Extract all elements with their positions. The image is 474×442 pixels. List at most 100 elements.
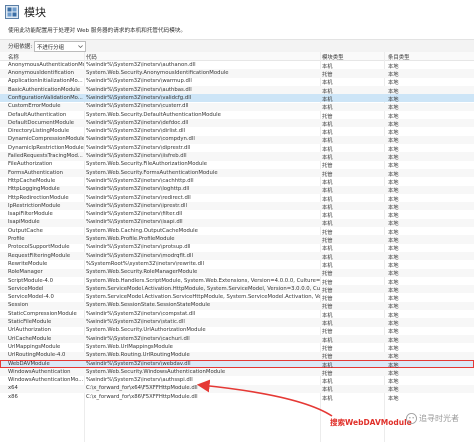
table-row[interactable]: DefaultAuthentication System.Web.Security… bbox=[0, 111, 474, 120]
cell-name: ApplicationInitializationMo... bbox=[8, 78, 83, 85]
table-row[interactable]: IpRestrictionModule %windir%\System32\ine… bbox=[0, 202, 474, 211]
cell-name: IsapiModule bbox=[8, 219, 40, 226]
cell-code: System.Web.Security.FileAuthorizationMod… bbox=[86, 161, 207, 168]
modules-icon bbox=[5, 5, 19, 19]
chevron-down-icon bbox=[78, 45, 83, 49]
cell-code: %windir%\System32\inetsrv\compstat.dll bbox=[86, 310, 196, 317]
group-by-label: 分组依据: bbox=[8, 44, 33, 50]
column-header-entry-type[interactable]: 条目类型 bbox=[388, 53, 410, 61]
table-row[interactable]: WindowsAuthenticationMo... %windir%\Syste… bbox=[0, 376, 474, 385]
table-row[interactable]: ApplicationInitializationMo... %windir%\S… bbox=[0, 78, 474, 86]
cell-code: %windir%\System32\inetsrv\protsup.dll bbox=[86, 244, 191, 251]
cell-code: %windir%\System32\inetsrv\iisfreb.dll bbox=[86, 153, 187, 160]
annotation-label: 搜索WebDAVModule bbox=[330, 418, 412, 427]
table-row[interactable]: IsapiFilterModule %windir%\System32\inets… bbox=[0, 210, 474, 219]
cell-name: HttpRedirectionModule bbox=[8, 194, 69, 201]
table-row[interactable]: ProtocolSupportModule %windir%\System32\i… bbox=[0, 244, 474, 252]
cell-name: IpRestrictionModule bbox=[8, 202, 61, 209]
cell-name: DefaultDocumentModule bbox=[8, 119, 75, 126]
cell-name: DefaultAuthentication bbox=[8, 111, 67, 118]
table-row[interactable]: WindowsAuthentication System.Web.Security… bbox=[0, 368, 474, 377]
cell-code: C:\x_forward_for\x64\F5XFFHttpModule.dll bbox=[86, 385, 198, 392]
cell-code: %windir%\System32\inetsrv\cachhttp.dll bbox=[86, 177, 194, 184]
cell-name: RequestFilteringModule bbox=[8, 252, 71, 259]
cell-code: System.Web.SessionState.SessionStateModu… bbox=[86, 302, 211, 309]
table-row[interactable]: FailedRequestsTracingMod... %windir%\Syst… bbox=[0, 152, 474, 161]
column-header-code[interactable]: 代码 bbox=[86, 53, 97, 61]
cell-name: UrlMappingsModule bbox=[8, 343, 61, 350]
table-row[interactable]: RewriteModule %SystemRoot%\system32\inets… bbox=[0, 260, 474, 269]
cell-code: System.Web.Routing.UrlRoutingModule bbox=[86, 352, 190, 359]
cell-name: AnonymousIdentification bbox=[8, 70, 74, 77]
cell-name: StaticFileModule bbox=[8, 319, 52, 326]
cell-code: %windir%\System32\inetsrv\cachuri.dll bbox=[86, 335, 190, 342]
cell-code: %windir%\System32\inetsrv\warmup.dll bbox=[86, 78, 192, 85]
table-row[interactable]: StaticFileModule %windir%\System32\inetsr… bbox=[0, 318, 474, 327]
table-row[interactable]: OutputCache System.Web.Caching.OutputCach… bbox=[0, 227, 474, 236]
table-row[interactable]: UrlRoutingModule-4.0 System.Web.Routing.U… bbox=[0, 351, 474, 360]
cell-name: WebDAVModule bbox=[8, 360, 50, 367]
table-row[interactable]: DynamicIpRestrictionModule %windir%\Syste… bbox=[0, 144, 474, 153]
table-row[interactable]: CustomErrorModule %windir%\System32\inets… bbox=[0, 102, 474, 111]
table-row[interactable]: ConfigurationValidationMo... %windir%\Sys… bbox=[0, 94, 474, 103]
table-row[interactable]: RoleManager System.Web.Security.RoleManag… bbox=[0, 268, 474, 277]
table-row[interactable]: IsapiModule %windir%\System32\inetsrv\isa… bbox=[0, 218, 474, 227]
cell-code: %windir%\System32\inetsrv\defdoc.dll bbox=[86, 119, 189, 126]
table-row[interactable]: AnonymousIdentification System.Web.Securi… bbox=[0, 69, 474, 78]
watermark: 追寻时光者 bbox=[406, 412, 470, 426]
table-row[interactable]: FileAuthorization System.Web.Security.Fil… bbox=[0, 161, 474, 169]
table-row[interactable]: DynamicCompressionModule %windir%\System3… bbox=[0, 135, 474, 144]
cell-code: System.Web.Security.WindowsAuthenticatio… bbox=[86, 368, 226, 375]
cell-name: IsapiFilterModule bbox=[8, 211, 53, 218]
table-row[interactable]: UriCacheModule %windir%\System32\inetsrv\… bbox=[0, 334, 474, 344]
cell-name: FileAuthorization bbox=[8, 161, 53, 168]
table-row[interactable]: AnonymousAuthenticationModule%windir%\Sy… bbox=[0, 61, 474, 70]
cell-code: %SystemRoot%\system32\inetsrv\rewrite.dl… bbox=[86, 260, 204, 267]
table-row[interactable]: HttpLoggingModule %windir%\System32\inets… bbox=[0, 185, 474, 194]
table-row[interactable]: FormsAuthentication System.Web.Security.F… bbox=[0, 168, 474, 178]
column-header-module-type[interactable]: 模块类型 bbox=[322, 53, 344, 61]
cell-name: WindowsAuthenticationMo... bbox=[8, 377, 84, 384]
table-row[interactable]: StaticCompressionModule %windir%\System32… bbox=[0, 310, 474, 319]
cell-name: ScriptModule-4.0 bbox=[8, 277, 53, 284]
cell-code: %windir%\System32\inetsrv\dirlist.dll bbox=[86, 128, 186, 135]
cell-name: DirectoryListingModule bbox=[8, 128, 70, 135]
cell-name: ServiceModel-4.0 bbox=[8, 294, 54, 301]
modules-table: AnonymousAuthenticationModule%windir%\Sy… bbox=[0, 61, 474, 442]
cell-code: %windir%\System32\inetsrv\static.dll bbox=[86, 319, 185, 326]
table-row[interactable]: ServiceModel-4.0 System.ServiceModel.Acti… bbox=[0, 293, 474, 302]
page-header: 模块 使用此功能配置用于处理对 Web 服务器的请求的本机和托管代码模块。 bbox=[0, 0, 474, 38]
table-row[interactable]: HttpRedirectionModule %windir%\System32\i… bbox=[0, 194, 474, 203]
table-row[interactable]: BasicAuthenticationModule %windir%\System… bbox=[0, 85, 474, 95]
cell-code: System.Web.Security.FormsAuthenticationM… bbox=[86, 169, 218, 176]
cell-name: HttpLoggingModule bbox=[8, 186, 60, 193]
cell-name: OutputCache bbox=[8, 227, 43, 234]
table-row[interactable]: ServiceModel System.ServiceModel.Activati… bbox=[0, 285, 474, 294]
table-row[interactable]: ScriptModule-4.0 System.Web.Handlers.Scri… bbox=[0, 277, 474, 286]
table-row[interactable]: DefaultDocumentModule %windir%\System32\i… bbox=[0, 119, 474, 128]
cell-name: CustomErrorModule bbox=[8, 103, 61, 110]
group-by-select[interactable]: 不进行分组 bbox=[34, 41, 86, 52]
table-row[interactable]: HttpCacheModule %windir%\System32\inetsrv… bbox=[0, 177, 474, 186]
table-row-webdav[interactable]: WebDAVModule %windir%\System32\inetsrv\we… bbox=[0, 359, 474, 369]
table-row[interactable]: x86 C:\x_forward_for\x86\F5XFFHttpModule.… bbox=[0, 393, 474, 402]
watermark-text: 追寻时光者 bbox=[419, 414, 459, 423]
table-row[interactable]: Session System.Web.SessionState.SessionSt… bbox=[0, 301, 474, 310]
table-row[interactable]: Profile System.Web.Profile.ProfileModule 托… bbox=[0, 235, 474, 244]
page-description: 使用此功能配置用于处理对 Web 服务器的请求的本机和托管代码模块。 bbox=[8, 28, 186, 34]
cell-code: %windir%\System32\inetsrv\compdyn.dll bbox=[86, 136, 195, 143]
cell-name: FormsAuthentication bbox=[8, 169, 63, 176]
cell-code: System.Web.Profile.ProfileModule bbox=[86, 236, 175, 243]
table-row[interactable]: UrlAuthorization System.Web.Security.UrlA… bbox=[0, 327, 474, 335]
cell-entry-type: 本地 bbox=[388, 395, 399, 402]
cell-code: %windir%\System32\inetsrv\validcfg.dll bbox=[86, 94, 192, 101]
table-row[interactable]: DirectoryListingModule %windir%\System32\… bbox=[0, 127, 474, 136]
cell-name: DynamicIpRestrictionModule bbox=[8, 144, 84, 151]
cell-code: System.Web.Security.UrlAuthorizationModu… bbox=[86, 327, 206, 334]
table-row[interactable]: x64 C:\x_forward_for\x64\F5XFFHttpModule.… bbox=[0, 384, 474, 393]
column-header-name[interactable]: 名称 bbox=[8, 53, 19, 61]
table-row[interactable]: UrlMappingsModule System.Web.UrlMappingsM… bbox=[0, 343, 474, 352]
table-row[interactable]: RequestFilteringModule %windir%\System32\… bbox=[0, 251, 474, 261]
cell-name: RewriteModule bbox=[8, 260, 48, 267]
cell-name: Profile bbox=[8, 236, 25, 243]
